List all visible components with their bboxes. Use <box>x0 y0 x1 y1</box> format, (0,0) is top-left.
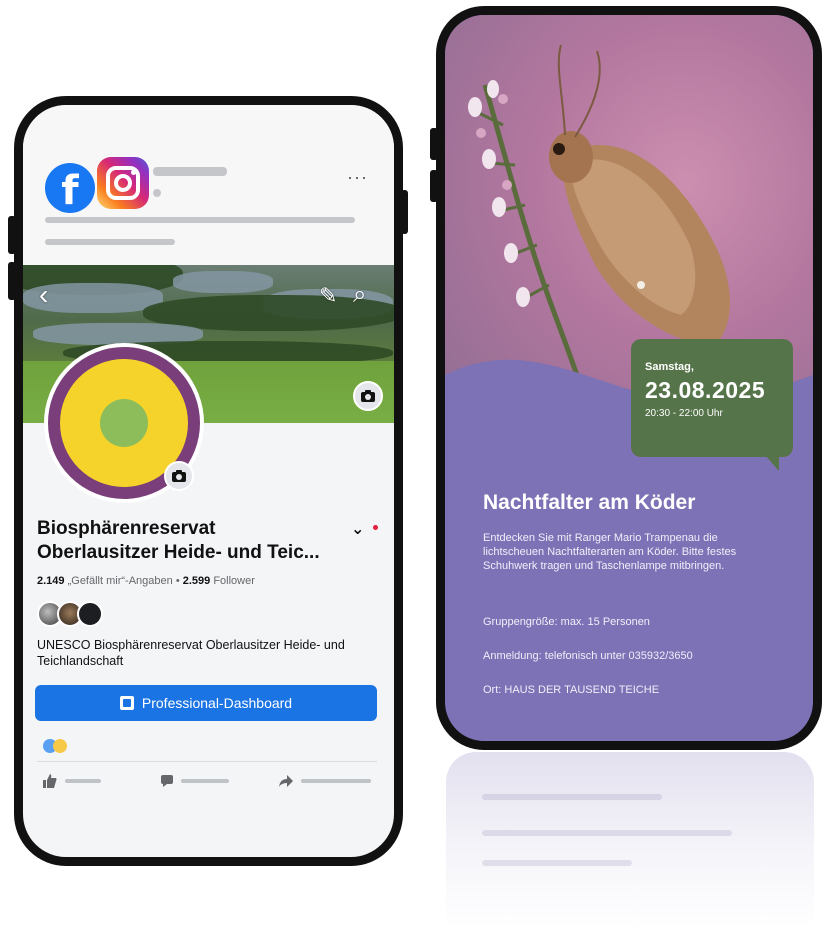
followers-label: Follower <box>213 575 255 587</box>
right-phone-event-mockup: Samstag, 23.08.2025 20:30 - 22:00 Uhr Na… <box>436 6 822 750</box>
share-arrow-icon <box>279 775 293 787</box>
event-time: 20:30 - 22:00 Uhr <box>645 408 723 419</box>
facebook-logo-icon: f <box>45 163 95 213</box>
reflection-line <box>482 794 662 800</box>
thumbs-up-icon <box>43 774 57 788</box>
stats-separator: • <box>175 575 180 587</box>
event-group-size: Gruppengröße: max. 15 Personen <box>483 616 650 628</box>
event-registration: Anmeldung: telefonisch unter 035932/3650 <box>483 650 693 662</box>
event-description: Entdecken Sie mit Ranger Mario Trampenau… <box>483 532 737 572</box>
chevron-down-icon[interactable]: ⌄ <box>351 519 364 539</box>
likes-label: „Gefällt mir“-Angaben <box>67 575 173 587</box>
reflection-line <box>482 860 632 866</box>
more-options-icon[interactable]: ··· <box>347 167 368 188</box>
event-day: Samstag, <box>645 361 694 373</box>
placeholder-line-1 <box>45 217 355 223</box>
event-title: Nachtfalter am Köder <box>483 491 696 514</box>
page-description: UNESCO Biosphärenreservat Oberlausitzer … <box>37 638 345 668</box>
left-phone-facebook-mockup: f ··· ‹ ✎ ⌕ Biosphärenreservat Oberlausi… <box>14 96 403 866</box>
event-date-badge: Samstag, 23.08.2025 20:30 - 22:00 Uhr <box>631 339 793 471</box>
followers-count: 2.599 <box>182 575 211 587</box>
page-title-line-2: Oberlausitzer Heide- und Teic... <box>37 542 320 563</box>
event-date: 23.08.2025 <box>645 377 766 403</box>
share-action[interactable] <box>279 773 371 789</box>
search-icon[interactable]: ⌕ <box>353 281 366 309</box>
placeholder-name-bar <box>153 167 227 176</box>
reflection-line <box>482 830 732 836</box>
divider <box>37 761 377 762</box>
like-action[interactable] <box>43 773 101 789</box>
notification-dot <box>373 525 378 530</box>
page-stats[interactable]: 2.149 „Gefällt mir“-Angaben • 2.599 Foll… <box>37 575 255 587</box>
comment-icon <box>161 775 173 787</box>
profile-header: f ··· <box>23 105 394 265</box>
placeholder-line-2 <box>45 239 175 245</box>
page-title-line-1: Biosphärenreservat <box>37 518 216 539</box>
phone-reflection <box>446 752 814 928</box>
page-title: Biosphärenreservat Oberlausitzer Heide- … <box>37 517 357 565</box>
more-avatars-icon <box>77 601 103 627</box>
cover-pond <box>173 271 273 293</box>
comment-action[interactable] <box>161 773 229 789</box>
dashboard-icon <box>119 696 134 710</box>
love-reaction-icon <box>53 739 67 753</box>
instagram-logo-icon <box>97 157 149 209</box>
professional-dashboard-label: Professional-Dashboard <box>141 695 293 711</box>
likes-count: 2.149 <box>37 575 65 587</box>
placeholder-dot <box>153 189 161 197</box>
event-location: Ort: HAUS DER TAUSEND TEICHE <box>483 684 660 696</box>
professional-dashboard-button[interactable]: Professional-Dashboard <box>35 685 377 721</box>
edit-icon[interactable]: ✎ <box>319 283 337 309</box>
avatar-camera-icon[interactable] <box>164 461 194 491</box>
cover-camera-icon[interactable] <box>353 381 383 411</box>
back-icon[interactable]: ‹ <box>39 279 48 311</box>
reaction-icons <box>43 739 79 753</box>
